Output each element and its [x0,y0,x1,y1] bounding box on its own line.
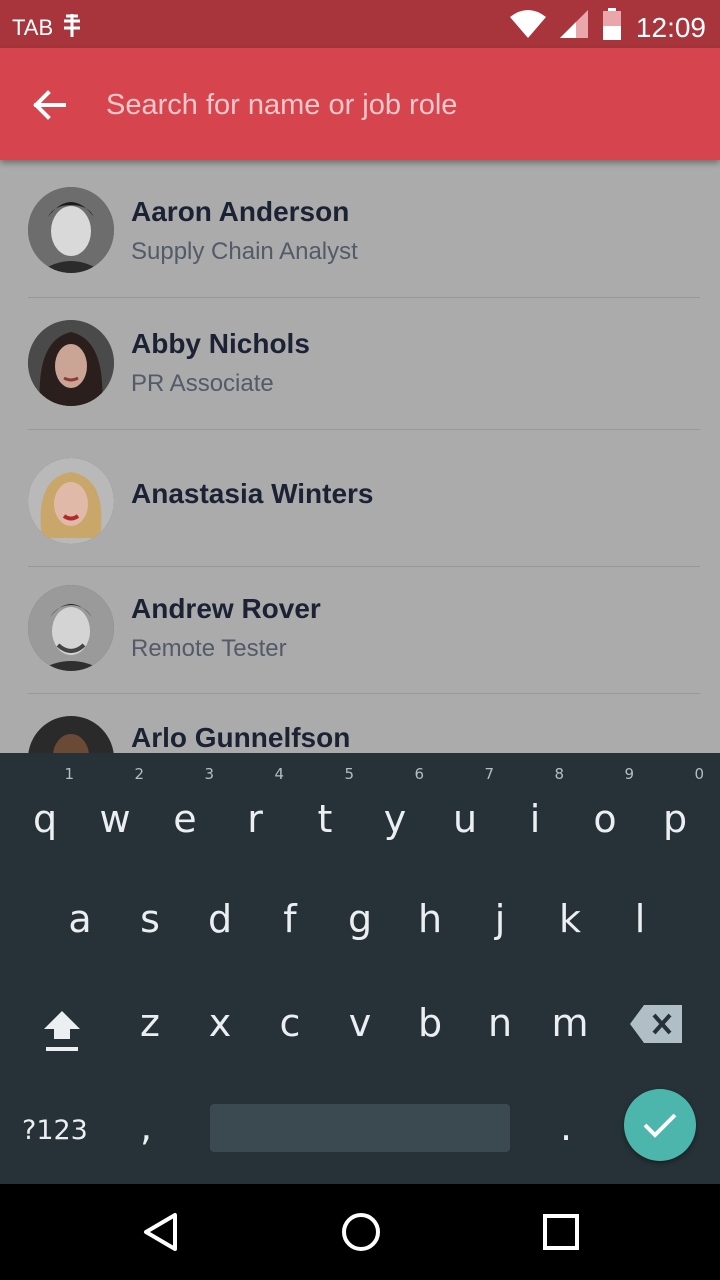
search-input[interactable] [106,76,686,134]
key-hint: 6 [414,765,424,783]
key-l[interactable]: l [605,897,675,941]
key-x[interactable]: x [185,1001,255,1045]
key-v[interactable]: v [325,1001,395,1045]
enter-key[interactable] [624,1089,696,1161]
key-q[interactable]: q1 [10,765,80,841]
signal-icon [559,10,588,45]
contact-name: Aaron Anderson [131,196,350,227]
circle-home-icon [342,1213,380,1251]
triangle-back-icon [144,1213,177,1251]
avatar [28,320,114,406]
key-hint: 7 [484,765,494,783]
nav-recents-button[interactable] [537,1208,585,1256]
comma-key[interactable]: , [140,1105,152,1149]
key-hint: 2 [134,765,144,783]
arrow-back-icon [33,90,66,120]
key-z[interactable]: z [115,1001,185,1045]
key-f[interactable]: f [255,897,325,941]
carrier-label: TAB [12,15,54,40]
key-o[interactable]: o9 [570,765,640,841]
key-t[interactable]: t5 [290,765,360,841]
key-hint: 1 [64,765,74,783]
contact-name: Abby Nichols [131,328,310,359]
key-a[interactable]: a [45,897,115,941]
contact-name: Anastasia Winters [131,478,374,509]
key-label: e [173,797,197,841]
key-label: w [99,797,131,841]
contact-name: Andrew Rover [131,593,321,624]
key-label: r [247,797,263,841]
avatar [28,716,114,753]
key-label: u [452,797,478,841]
key-j[interactable]: j [465,897,535,941]
square-recents-icon [543,1214,579,1250]
key-label: q [32,797,58,841]
avatar [28,585,114,671]
wifi-icon [509,10,546,45]
key-h[interactable]: h [395,897,465,941]
navigation-bar [0,1184,720,1280]
avatar [28,187,114,273]
key-label: p [662,797,688,841]
clock: 12:09 [635,11,706,43]
key-n[interactable]: n [465,1001,535,1045]
key-label: i [529,797,541,841]
nav-home-button[interactable] [337,1208,385,1256]
key-label: y [383,797,407,841]
backspace-icon [630,1005,682,1043]
contact-list: Aaron Anderson Supply Chain Analyst Abby… [0,160,720,753]
symbols-key[interactable]: ?123 [22,1115,88,1146]
key-i[interactable]: i8 [500,765,570,841]
key-c[interactable]: c [255,1001,325,1045]
key-d[interactable]: d [185,897,255,941]
space-key[interactable] [210,1104,510,1152]
key-hint: 9 [624,765,634,783]
key-g[interactable]: g [325,897,395,941]
contact-role: Remote Tester [131,635,287,662]
period-key[interactable]: . [560,1105,572,1149]
key-k[interactable]: k [535,897,605,941]
key-label: t [317,797,333,841]
key-u[interactable]: u7 [430,765,500,841]
nav-back-button[interactable] [137,1208,185,1256]
shift-icon [44,1011,80,1051]
list-item[interactable]: Andrew Rover Remote Tester [0,567,720,694]
key-label: o [593,797,617,841]
key-y[interactable]: y6 [360,765,430,841]
antenna-icon [61,12,83,44]
contact-role: Supply Chain Analyst [131,238,358,265]
battery-icon [602,8,622,47]
list-item[interactable]: Aaron Anderson Supply Chain Analyst [0,160,720,298]
backspace-key[interactable] [630,1005,682,1043]
key-hint: 8 [554,765,564,783]
soft-keyboard: q1w2e3r4t5y6u7i8o9p0 asdfghjkl zxcvbnm ?… [0,753,720,1184]
contact-role: PR Associate [131,370,274,397]
avatar [28,458,114,544]
key-hint: 4 [274,765,284,783]
list-item[interactable]: Anastasia Winters [0,430,720,567]
contact-name: Arlo Gunnelfson [131,722,351,753]
check-icon [643,1113,677,1138]
key-w[interactable]: w2 [80,765,150,841]
key-hint: 5 [344,765,354,783]
key-p[interactable]: p0 [640,765,710,841]
back-button[interactable] [22,78,76,132]
shift-key[interactable] [42,1009,82,1053]
list-item[interactable]: Arlo Gunnelfson [0,694,720,753]
key-r[interactable]: r4 [220,765,290,841]
key-e[interactable]: e3 [150,765,220,841]
search-app-bar [0,48,720,160]
key-hint: 0 [694,765,704,783]
key-s[interactable]: s [115,897,185,941]
key-m[interactable]: m [535,1001,605,1045]
key-b[interactable]: b [395,1001,465,1045]
status-bar: TAB 12:09 [0,0,720,48]
list-item[interactable]: Abby Nichols PR Associate [0,298,720,430]
key-hint: 3 [204,765,214,783]
